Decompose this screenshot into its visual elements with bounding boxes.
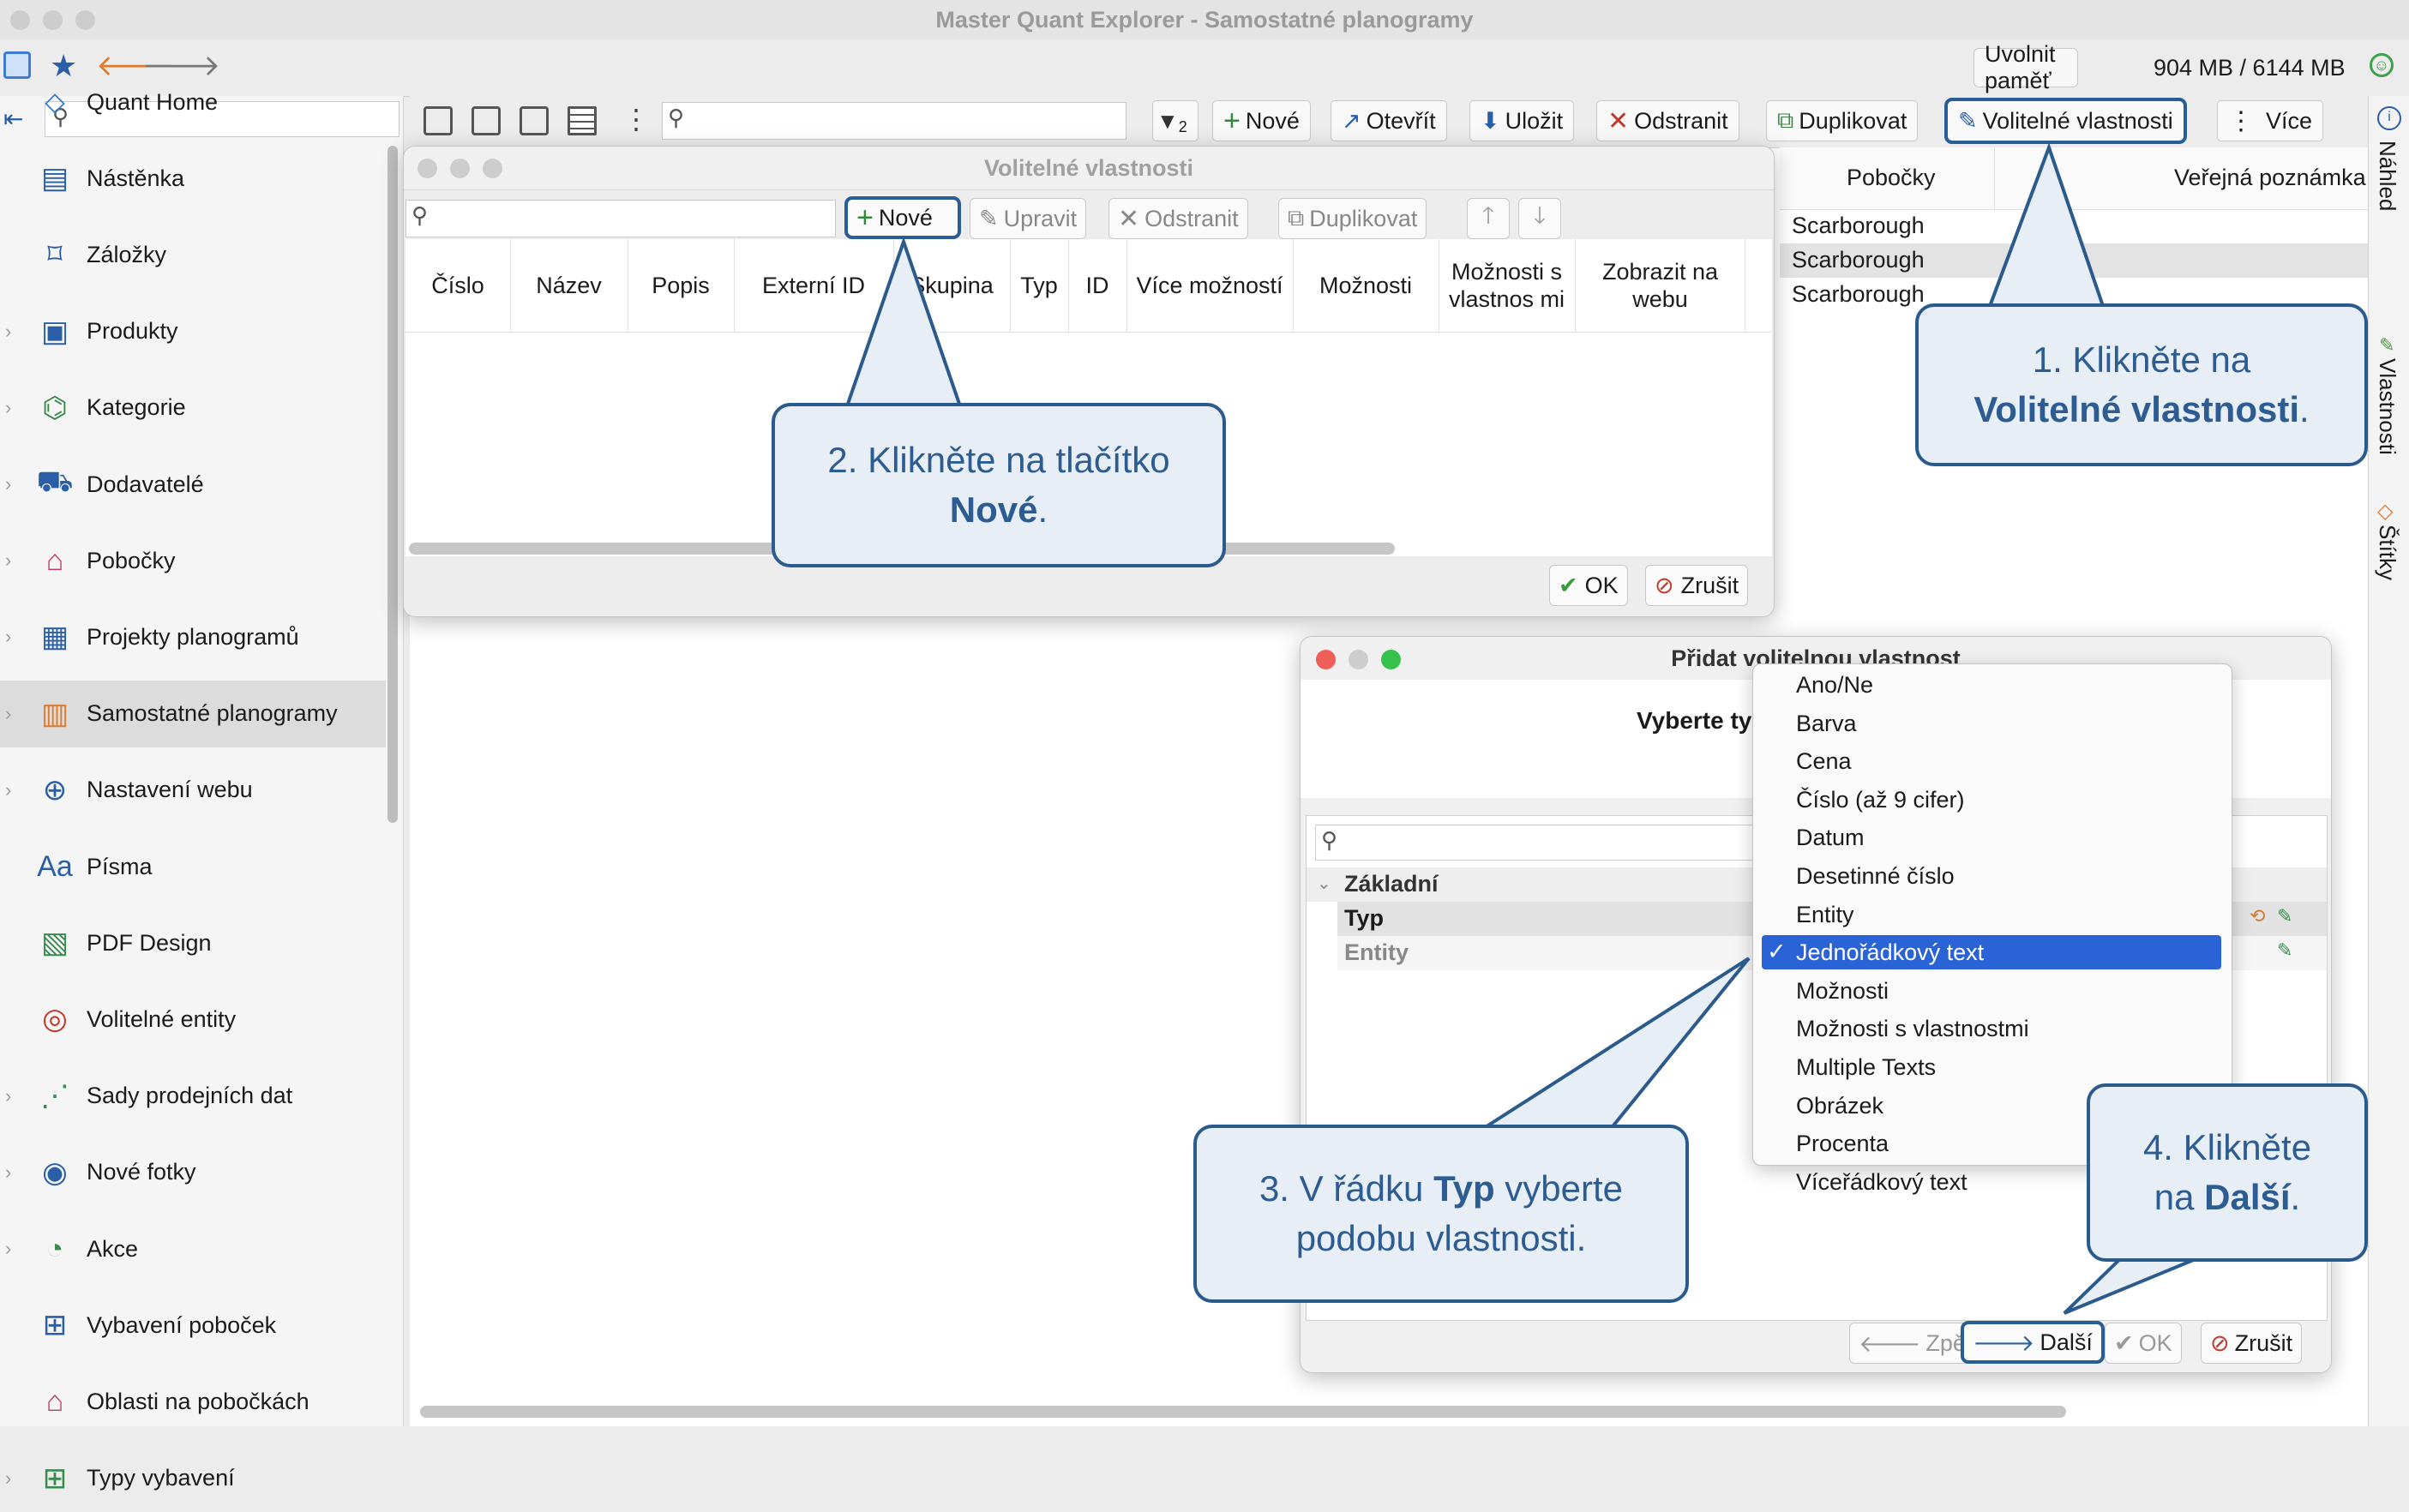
callout-text-bold: Nové bbox=[949, 489, 1038, 530]
callout-text-bold: Volitelné vlastnosti bbox=[1973, 389, 2299, 429]
callout-text-part: 3. V řádku bbox=[1259, 1168, 1424, 1209]
callout-text-part: podobu vlastnosti. bbox=[1295, 1218, 1587, 1258]
callout-pointer-3 bbox=[1475, 957, 1751, 1131]
callout-step-3: 3. V řádku Typ vyberte podobu vlastnosti. bbox=[1193, 1125, 1689, 1303]
callout-text-part: 2. Klikněte na tlačítko bbox=[827, 440, 1170, 480]
callout-pointer-1 bbox=[1986, 142, 2106, 310]
chevron-right-icon[interactable]: › bbox=[5, 1467, 11, 1490]
callout-text-part: . bbox=[1037, 489, 1048, 530]
callout-pointer-4 bbox=[2063, 1251, 2211, 1315]
callout-text-part: 4. Klikněte bbox=[2142, 1127, 2312, 1167]
callout-pointer-2 bbox=[844, 236, 963, 408]
callout-text-bold: Typ bbox=[1433, 1168, 1495, 1209]
callout-step-1: 1. Klikněte na Volitelné vlastnosti. bbox=[1915, 303, 2368, 466]
callout-text: 4. Klikněte na Další. bbox=[2143, 1123, 2311, 1222]
callout-step-4: 4. Klikněte na Další. bbox=[2087, 1083, 2368, 1262]
callout-text-part: na bbox=[2154, 1177, 2195, 1217]
callout-text: 1. Klikněte na Volitelné vlastnosti. bbox=[1973, 335, 2309, 435]
callout-text-part: . bbox=[2290, 1177, 2301, 1217]
sidebar-item-18[interactable]: › ⊞ Typy vybavení bbox=[0, 1445, 386, 1512]
callout-text-bold: Další bbox=[2204, 1177, 2291, 1217]
callout-text-part: vyberte bbox=[1494, 1168, 1624, 1209]
sidebar-item-label: Typy vybavení bbox=[87, 1465, 235, 1491]
callout-text-part: 1. Klikněte na bbox=[2032, 339, 2251, 380]
callout-text: 2. Klikněte na tlačítko Nové. bbox=[827, 435, 1169, 535]
callout-text: 3. V řádku Typ vyberte podobu vlastnosti. bbox=[1259, 1164, 1623, 1263]
equipment-types-icon: ⊞ bbox=[42, 1461, 68, 1495]
callout-text-part: . bbox=[2298, 389, 2310, 429]
callout-step-2: 2. Klikněte na tlačítko Nové. bbox=[772, 403, 1226, 567]
